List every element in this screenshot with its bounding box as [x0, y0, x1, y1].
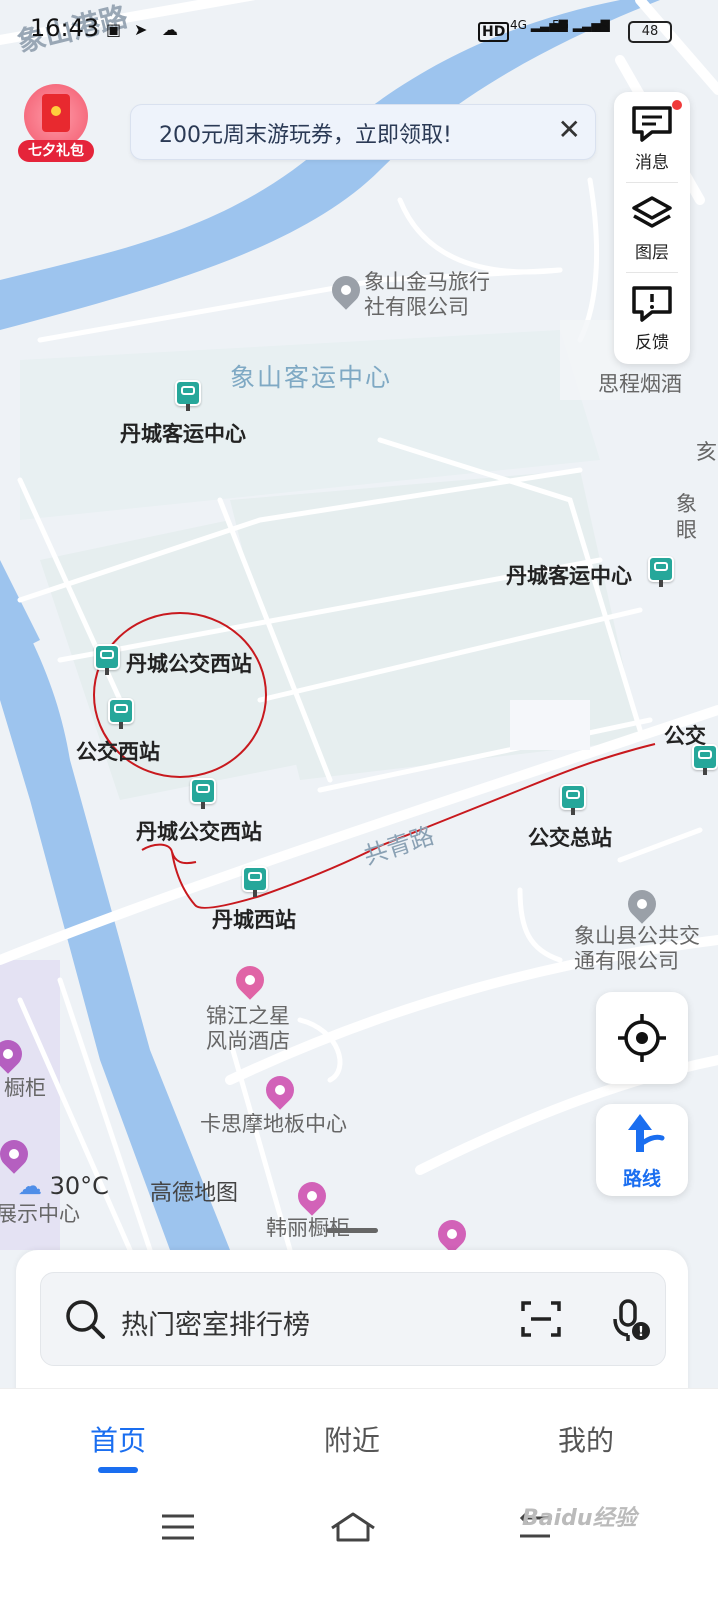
home-icon[interactable]	[328, 1508, 378, 1544]
close-icon[interactable]: ✕	[558, 115, 581, 145]
bus-stop-icon[interactable]	[190, 778, 216, 809]
stop-label[interactable]: 公交	[664, 720, 706, 750]
bus-stop-icon[interactable]	[108, 698, 134, 729]
stop-label[interactable]: 丹城客运中心	[120, 418, 246, 448]
edge-label-1: 象	[676, 492, 697, 516]
layers-icon	[632, 196, 672, 228]
map-brand: 高德地图	[150, 1181, 239, 1206]
weather-widget: ☁ 30°C	[18, 1172, 109, 1200]
tab-nearby[interactable]: 附近	[292, 1419, 412, 1459]
poi-kasimo-floor[interactable]: 卡思摩地板中心	[200, 1112, 347, 1137]
send-icon: ➤	[134, 20, 148, 39]
bus-stop-icon[interactable]	[175, 380, 201, 411]
edge-label-3: 亥	[696, 440, 717, 464]
bottom-sheet: 热门密室排行榜 !	[16, 1250, 688, 1400]
poi-jinjiang-hotel[interactable]: 锦江之星 风尚酒店	[206, 1004, 290, 1054]
gift-package-button[interactable]: 七夕礼包	[18, 84, 94, 162]
poi-sicheng-tobacco[interactable]: 思程烟酒	[598, 372, 682, 397]
wifi-icon: ◠	[594, 20, 610, 41]
stop-label[interactable]: 丹城客运中心	[506, 560, 632, 590]
tab-active-indicator	[98, 1467, 138, 1473]
scan-icon[interactable]	[519, 1299, 563, 1339]
layers-label: 图层	[635, 243, 669, 263]
edge-label-2: 眼	[676, 518, 697, 542]
search-icon	[66, 1300, 105, 1339]
search-input[interactable]: 热门密室排行榜	[121, 1303, 310, 1342]
poi-jinma-travel[interactable]: 象山金马旅行 社有限公司	[364, 270, 490, 320]
message-icon	[632, 106, 672, 142]
stop-label[interactable]: 公交西站	[76, 736, 160, 766]
voice-icon[interactable]: !	[611, 1297, 651, 1343]
status-time: 16:43	[30, 14, 100, 42]
poi-cabinet-edge[interactable]: 橱柜	[4, 1076, 46, 1101]
temperature: 30°C	[49, 1172, 109, 1200]
stop-label[interactable]: 丹城公交西站	[126, 648, 252, 678]
map-tool-panel: 消息 图层 反馈	[614, 92, 690, 364]
signal-5g-label: 5G	[552, 18, 569, 32]
feedback-button[interactable]: 反馈	[614, 272, 690, 360]
unread-badge	[672, 100, 682, 110]
hd-icon: HD	[478, 22, 510, 42]
bus-stop-icon[interactable]	[242, 866, 268, 897]
stop-label[interactable]: 公交总站	[528, 822, 612, 852]
baidu-watermark: Baidu经验	[522, 1506, 637, 1531]
battery-icon: 48	[628, 21, 672, 43]
tab-home[interactable]: 首页	[58, 1419, 178, 1459]
tab-bar: 首页 附近 我的	[0, 1388, 718, 1499]
poi-public-transit-company[interactable]: 象山县公共交 通有限公司	[574, 924, 700, 974]
signal-4g-label: 4G	[510, 18, 527, 32]
gift-label: 七夕礼包	[18, 140, 94, 162]
layers-button[interactable]: 图层	[614, 182, 690, 270]
locate-button[interactable]	[596, 992, 688, 1084]
notification-icon: ▣	[106, 20, 122, 39]
menu-icon[interactable]	[158, 1510, 198, 1544]
messages-button[interactable]: 消息	[614, 92, 690, 180]
promo-banner-text: 200元周末游玩券，立即领取!	[159, 123, 452, 148]
messages-label: 消息	[635, 153, 669, 173]
red-envelope-icon	[42, 94, 70, 132]
cloud-icon: ☁	[18, 1172, 42, 1200]
status-bar: 16:43 ▣ ➤ ☁ HD 4G ▂▃▅▇ 5G ▂▃▅▇ ◠ 48	[0, 0, 718, 62]
tab-mine[interactable]: 我的	[526, 1419, 646, 1459]
feedback-icon	[632, 286, 672, 322]
route-arrow-icon	[628, 1114, 665, 1152]
locate-icon	[618, 1014, 666, 1062]
route-label: 路线	[622, 1168, 661, 1190]
bus-stop-icon[interactable]	[94, 644, 120, 675]
promo-banner[interactable]: 200元周末游玩券，立即领取! ✕	[130, 104, 596, 160]
bus-stop-icon[interactable]	[648, 556, 674, 587]
area-label-passenger-center: 象山客运中心	[230, 363, 393, 392]
bus-stop-icon[interactable]	[560, 784, 586, 815]
cloud-sync-icon: ☁	[162, 20, 178, 39]
stop-label[interactable]: 丹城西站	[212, 904, 296, 934]
stop-label[interactable]: 丹城公交西站	[136, 816, 262, 846]
route-button[interactable]: 路线	[596, 1104, 688, 1196]
search-bar[interactable]: 热门密室排行榜 !	[40, 1272, 666, 1366]
svg-text:!: !	[638, 1325, 644, 1340]
poi-showroom-edge[interactable]: 展示中心	[0, 1202, 80, 1227]
sheet-drag-handle[interactable]	[326, 1228, 378, 1233]
feedback-label: 反馈	[635, 333, 669, 353]
